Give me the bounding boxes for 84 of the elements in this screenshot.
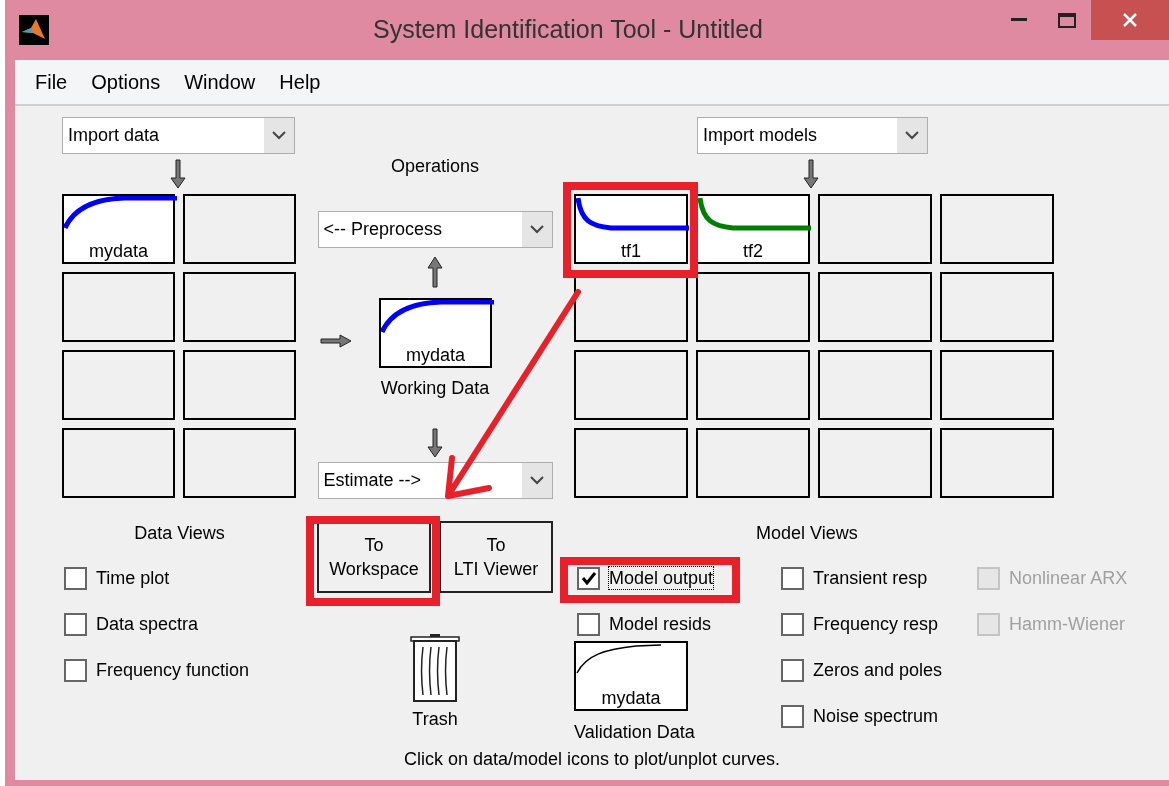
checkbox-label: Noise spectrum — [813, 705, 939, 727]
export-button[interactable]: To LTI Viewer — [439, 521, 553, 593]
empty-board[interactable] — [818, 272, 932, 342]
checkbox-label: Data spectra — [96, 613, 199, 635]
right-arrow-icon — [320, 334, 352, 348]
empty-board[interactable] — [940, 272, 1054, 342]
minimize-icon — [1011, 18, 1027, 22]
checkbox[interactable] — [64, 612, 87, 636]
up-arrow-icon — [427, 256, 443, 288]
empty-board[interactable] — [940, 194, 1054, 264]
empty-board[interactable] — [696, 350, 810, 420]
empty-board[interactable] — [818, 428, 932, 498]
dropdown[interactable]: Import data — [62, 117, 295, 154]
checkbox-label: Frequency function — [96, 659, 250, 681]
empty-board[interactable] — [62, 272, 175, 342]
checkbox[interactable] — [781, 612, 804, 636]
dropdown[interactable]: Estimate --> — [317, 462, 553, 499]
board-label: tf1 — [621, 240, 641, 262]
board-label: mydata — [406, 344, 465, 366]
checkbox[interactable] — [64, 566, 87, 590]
empty-board[interactable] — [818, 194, 932, 264]
close-icon — [1123, 13, 1137, 27]
chevron-icon — [529, 476, 544, 485]
close-button[interactable] — [1091, 0, 1169, 40]
check-icon — [580, 571, 597, 585]
section-title: Data Views — [134, 522, 225, 544]
dropdown[interactable]: <-- Preprocess — [317, 211, 553, 248]
window-title: System Identification Tool - Untitled — [373, 14, 763, 46]
empty-board[interactable] — [574, 428, 688, 498]
section-title: Operations — [390, 155, 480, 177]
data-board[interactable]: mydata — [62, 194, 175, 264]
empty-board[interactable] — [574, 350, 688, 420]
board-label: mydata — [601, 687, 661, 709]
checkbox[interactable] — [781, 566, 804, 590]
empty-board[interactable] — [696, 428, 810, 498]
trash-icon[interactable] — [410, 633, 460, 703]
app-logo-icon — [19, 15, 49, 45]
checkbox-label: Zeros and poles — [813, 659, 943, 681]
checkbox-label: Hamm-Wiener — [1009, 613, 1126, 635]
empty-board[interactable] — [62, 350, 175, 420]
empty-board[interactable] — [818, 350, 932, 420]
menu-item[interactable]: Window — [174, 67, 266, 97]
menu-item[interactable]: Help — [269, 67, 331, 97]
empty-board[interactable] — [940, 350, 1054, 420]
empty-board[interactable] — [183, 272, 296, 342]
checkbox[interactable] — [781, 658, 804, 682]
checkbox[interactable] — [64, 658, 87, 682]
empty-board[interactable] — [696, 272, 810, 342]
empty-board[interactable] — [62, 428, 175, 498]
down-arrow-icon — [170, 159, 186, 189]
export-button[interactable]: To Workspace — [317, 521, 431, 593]
checkbox[interactable] — [577, 566, 600, 590]
data-board[interactable]: mydata — [379, 298, 492, 368]
checkbox-label: Nonlinear ARX — [1009, 567, 1128, 589]
hint-text: Click on data/model icons to plot/unplot curves. — [403, 748, 781, 770]
board-caption: Working Data — [380, 377, 490, 399]
chevron-icon — [529, 225, 544, 234]
checkbox-label: Model output — [609, 567, 714, 589]
chevron-icon — [905, 131, 919, 140]
down-arrow-icon — [427, 428, 443, 458]
board-label: mydata — [89, 240, 148, 262]
board-caption: Validation Data — [574, 721, 696, 743]
maximize-icon — [1058, 12, 1076, 28]
menu-item[interactable]: Options — [81, 67, 171, 97]
empty-board[interactable] — [940, 428, 1054, 498]
checkbox[interactable] — [781, 704, 804, 728]
board-label: tf2 — [743, 240, 763, 262]
data-board[interactable]: tf1 — [574, 194, 688, 264]
empty-board[interactable] — [183, 350, 296, 420]
chevron-icon — [272, 131, 286, 140]
data-board[interactable]: tf2 — [696, 194, 810, 264]
empty-board[interactable] — [183, 194, 296, 264]
checkbox-label: Frequency resp — [813, 613, 939, 635]
section-title: Model Views — [756, 522, 859, 544]
menu-item[interactable]: File — [25, 67, 78, 97]
empty-board[interactable] — [183, 428, 296, 498]
data-board[interactable]: mydata — [574, 641, 688, 711]
down-arrow-icon — [803, 159, 819, 189]
checkbox-label: Time plot — [96, 567, 170, 589]
dropdown[interactable]: Import models — [697, 117, 928, 154]
checkbox-label: Transient resp — [813, 567, 928, 589]
checkbox-label: Model resids — [609, 613, 712, 635]
trash-label: Trash — [412, 708, 458, 730]
checkbox[interactable] — [577, 612, 600, 636]
